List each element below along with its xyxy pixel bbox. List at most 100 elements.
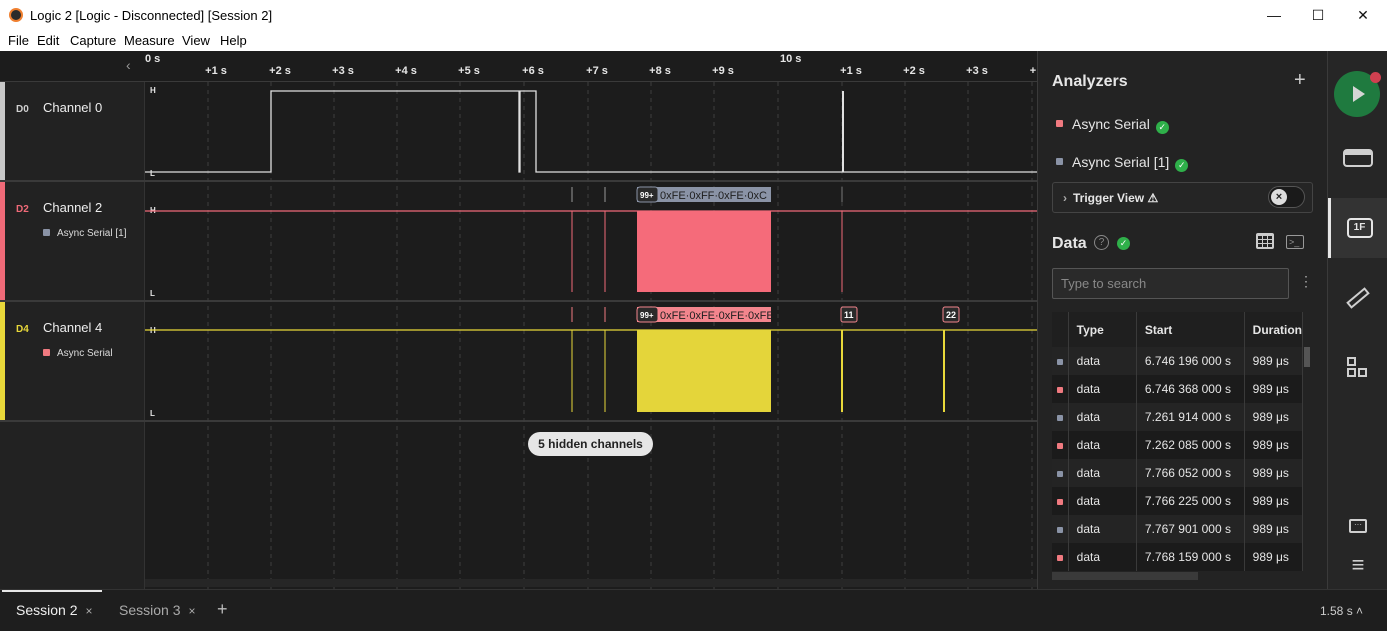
- analyzer-1f-icon: 1F: [1346, 218, 1373, 238]
- row-duration: 989 μs: [1244, 347, 1304, 375]
- menu-view[interactable]: View: [182, 33, 210, 48]
- channel-id: D4: [16, 324, 29, 335]
- row-type: data: [1068, 403, 1137, 431]
- table-row[interactable]: data 6.746 196 000 s 989 μs: [1052, 347, 1304, 375]
- analyzers-title: Analyzers: [1052, 73, 1128, 90]
- row-color-swatch: [1057, 527, 1063, 533]
- ruler-tick-label: +4 s: [395, 65, 417, 77]
- window-title: Logic 2 [Logic - Disconnected] [Session …: [30, 8, 273, 23]
- menu-capture[interactable]: Capture: [70, 33, 116, 48]
- minimize-button[interactable]: —: [1251, 0, 1297, 31]
- level-low-label: L: [150, 409, 155, 418]
- ruler-icon: [1346, 287, 1370, 309]
- table-view-icon[interactable]: [1256, 233, 1274, 249]
- add-tab-button[interactable]: +: [217, 599, 228, 620]
- close-window-button[interactable]: ✕: [1340, 0, 1386, 31]
- table-row[interactable]: data 7.766 225 000 s 989 μs: [1052, 487, 1304, 515]
- hidden-channels-button[interactable]: 5 hidden channels: [528, 432, 653, 456]
- row-duration: 989 μs: [1244, 375, 1304, 403]
- row-type: data: [1068, 543, 1137, 571]
- row-type: data: [1068, 515, 1137, 543]
- analyzer-item[interactable]: Async Serial [1] ✓: [1056, 154, 1189, 172]
- time-ruler[interactable]: ‹ 0 s +1 s +2 s +3 s +4 s +5 s +6 s +7 s…: [0, 51, 1037, 82]
- trigger-view-toggle[interactable]: ×: [1268, 186, 1305, 208]
- row-color-swatch: [1057, 443, 1063, 449]
- start-capture-button[interactable]: [1334, 71, 1381, 117]
- measurements-button[interactable]: [1328, 268, 1387, 328]
- tab-session-2[interactable]: Session 2 ×: [16, 602, 93, 618]
- row-color-swatch: [1057, 471, 1063, 477]
- search-input[interactable]: [1052, 268, 1289, 299]
- table-vertical-scrollbar[interactable]: [1304, 347, 1310, 367]
- row-start: 6.746 368 000 s: [1136, 375, 1245, 403]
- check-circle-icon: ✓: [1175, 159, 1189, 172]
- add-analyzer-icon[interactable]: +: [1294, 69, 1306, 92]
- row-type: data: [1068, 347, 1137, 375]
- toggle-off-icon: ×: [1271, 189, 1287, 205]
- level-low-label: L: [150, 169, 155, 178]
- zoom-value: 1.58 s: [1320, 604, 1353, 618]
- table-row[interactable]: data 7.261 914 000 s 989 μs: [1052, 403, 1304, 431]
- table-header-swatch: [1052, 312, 1069, 347]
- menu-button[interactable]: ≡: [1328, 535, 1387, 595]
- column-header-start[interactable]: Start: [1136, 312, 1245, 347]
- analyzers-button[interactable]: 1F: [1328, 198, 1387, 258]
- table-row[interactable]: data 7.768 159 000 s 989 μs: [1052, 543, 1304, 571]
- device-settings-button[interactable]: [1328, 128, 1387, 188]
- table-row[interactable]: data 7.262 085 000 s 989 μs: [1052, 431, 1304, 459]
- level-high-label: H: [150, 86, 156, 95]
- collapse-chevron-icon[interactable]: ‹: [126, 57, 131, 73]
- level-low-label: L: [150, 289, 155, 298]
- close-tab-icon[interactable]: ×: [188, 604, 195, 618]
- ruler-tick-label: +1 s: [205, 65, 227, 77]
- decoded-value-22: 22: [946, 310, 956, 320]
- column-header-type[interactable]: Type: [1068, 312, 1137, 347]
- trigger-view-section[interactable]: › Trigger View ⚠ ×: [1052, 182, 1313, 213]
- decode-count-badge-text: 99+: [640, 191, 654, 200]
- row-color-swatch: [1057, 555, 1063, 561]
- data-table[interactable]: Type Start Duration data 6.746 196 000 s9…: [1052, 312, 1313, 582]
- column-header-duration[interactable]: Duration: [1244, 312, 1304, 347]
- table-row[interactable]: data 7.766 052 000 s 989 μs: [1052, 459, 1304, 487]
- table-row[interactable]: data 7.767 901 000 s 989 μs: [1052, 515, 1304, 543]
- menu-edit[interactable]: Edit: [37, 33, 59, 48]
- zoom-readout[interactable]: 1.58 s ˄: [1320, 604, 1363, 618]
- horizontal-scrollbar[interactable]: [145, 579, 1037, 587]
- row-start: 7.768 159 000 s: [1136, 543, 1245, 571]
- channel-name[interactable]: Channel 2: [43, 200, 102, 215]
- title-bar: Logic 2 [Logic - Disconnected] [Session …: [0, 0, 1387, 31]
- terminal-view-icon[interactable]: >_: [1286, 235, 1304, 249]
- ruler-tick-label: +7 s: [586, 65, 608, 77]
- analyzer-color-swatch: [1056, 120, 1063, 127]
- row-color-swatch: [1057, 415, 1063, 421]
- time-grid: [207, 82, 1033, 589]
- data-title: Data: [1052, 235, 1087, 252]
- analyzers-panel: Analyzers + Async Serial ✓ Async Serial […: [1037, 51, 1327, 589]
- extensions-button[interactable]: [1328, 338, 1387, 398]
- channel-color-stripe: [0, 82, 5, 180]
- analyzer-item[interactable]: Async Serial ✓: [1056, 116, 1169, 134]
- right-toolbar: 1F ··· ≡: [1327, 51, 1387, 589]
- device-icon: [1343, 149, 1373, 167]
- waveform-area[interactable]: ‹ 0 s +1 s +2 s +3 s +4 s +5 s +6 s +7 s…: [0, 51, 1037, 589]
- table-horizontal-scrollbar[interactable]: [1052, 572, 1198, 580]
- table-row[interactable]: data 6.746 368 000 s 989 μs: [1052, 375, 1304, 403]
- maximize-button[interactable]: ☐: [1295, 0, 1341, 31]
- more-options-icon[interactable]: ⋮: [1299, 273, 1313, 290]
- trigger-view-text: Trigger View: [1073, 191, 1145, 205]
- ruler-start-label: 0 s: [145, 53, 161, 65]
- chevron-right-icon: ›: [1063, 191, 1067, 205]
- help-icon[interactable]: ?: [1094, 235, 1109, 250]
- channel-color-stripe: [0, 302, 5, 420]
- close-tab-icon[interactable]: ×: [85, 604, 92, 618]
- row-color-swatch: [1057, 387, 1063, 393]
- channel-name[interactable]: Channel 4: [43, 320, 102, 335]
- session-tab-bar: Session 2 × Session 3 × + 1.58 s ˄: [0, 589, 1387, 631]
- waveform-canvas[interactable]: H L H L H L 99+ 0xFE·0xFF·0xFE·0xC: [145, 82, 1037, 589]
- ruler-tick-label: 10 s: [780, 53, 802, 65]
- menu-file[interactable]: File: [8, 33, 29, 48]
- tab-session-3[interactable]: Session 3 ×: [119, 602, 196, 618]
- menu-measure[interactable]: Measure: [124, 33, 175, 48]
- channel-name[interactable]: Channel 0: [43, 100, 102, 115]
- menu-help[interactable]: Help: [220, 33, 247, 48]
